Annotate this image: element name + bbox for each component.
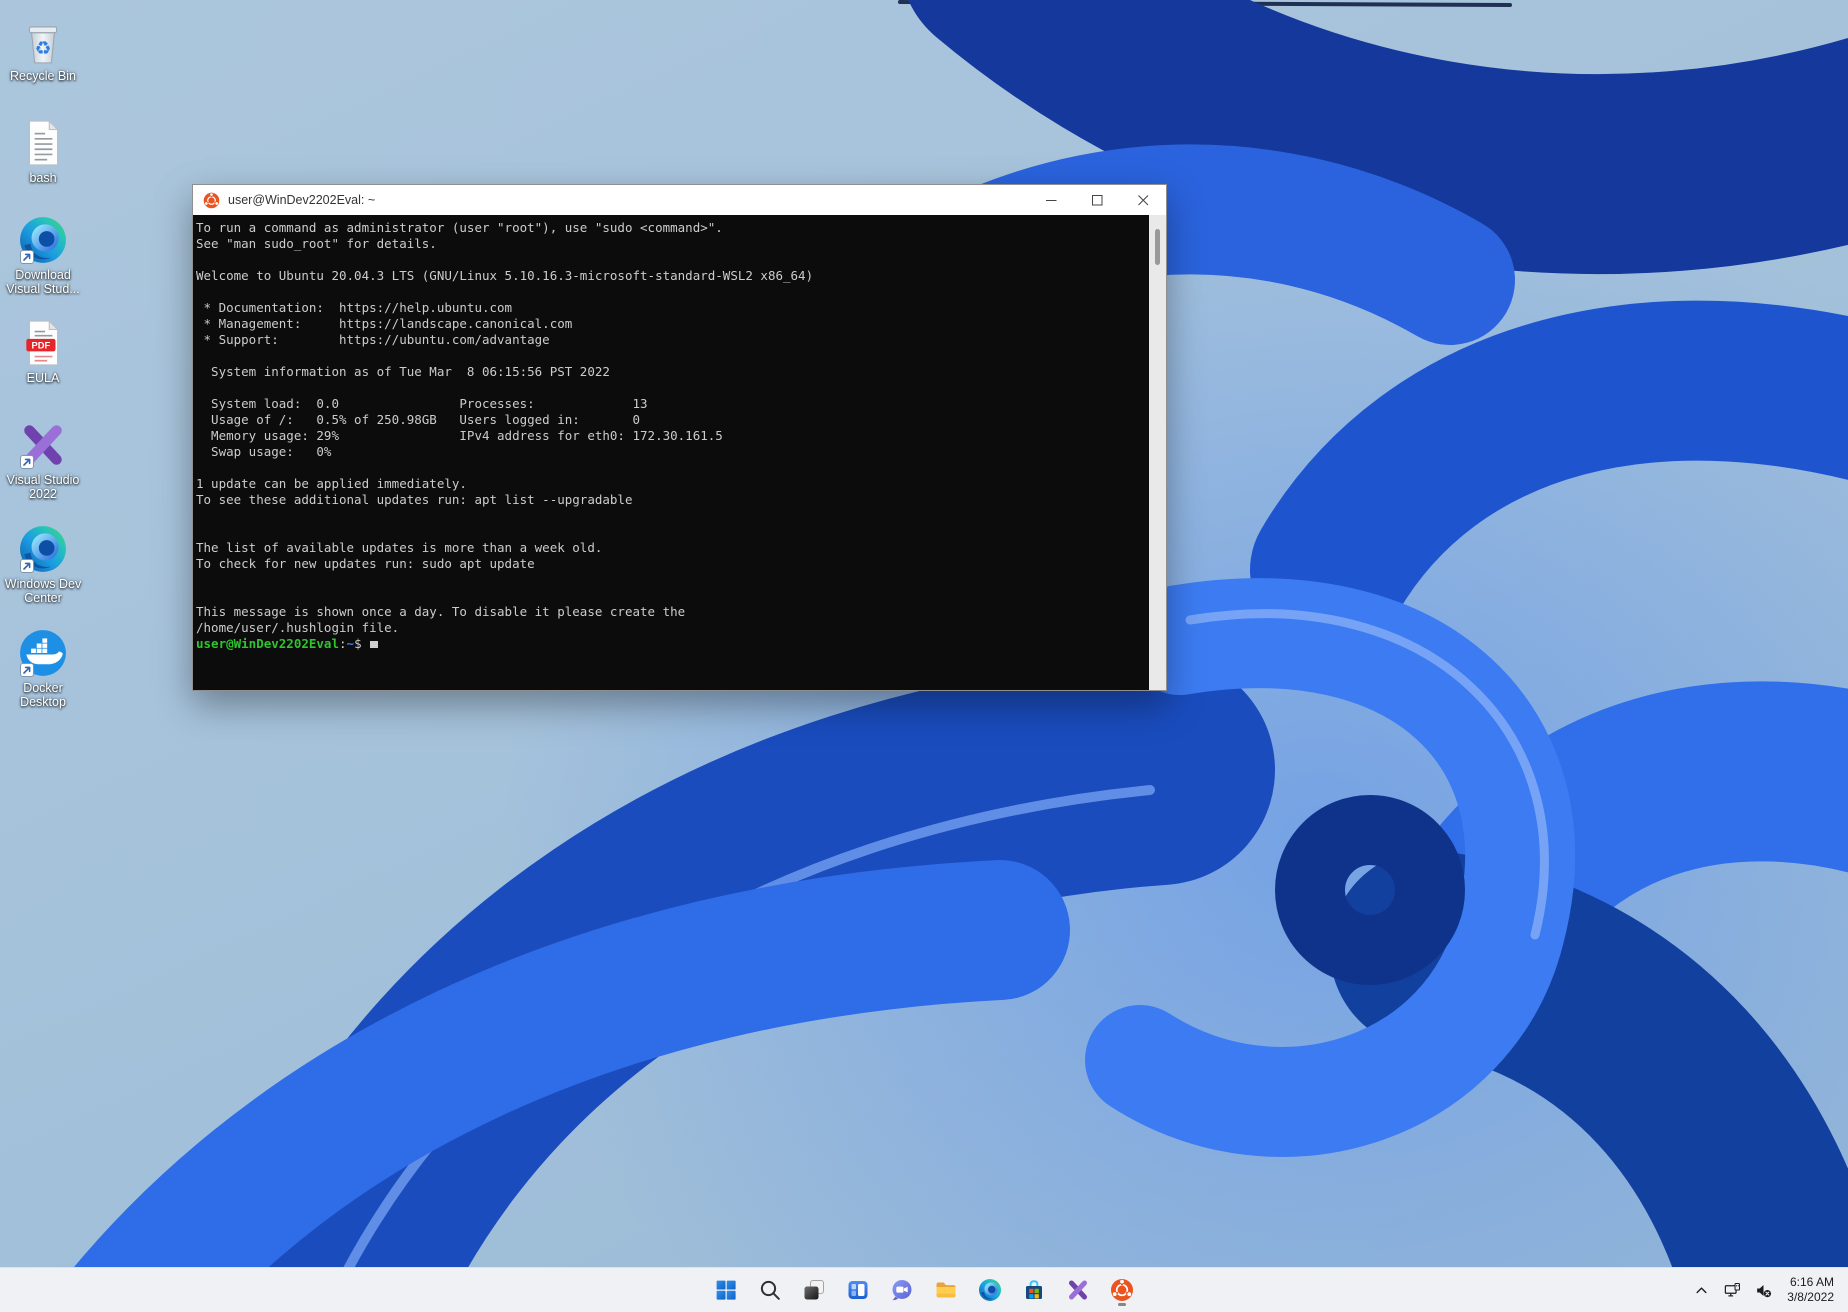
desktop-icon-visual-studio-2022[interactable]: Visual Studio 2022 (0, 420, 86, 501)
desktop-icon-download-visual-studio[interactable]: Download Visual Stud... (0, 215, 86, 296)
terminal-line (196, 508, 1149, 524)
taskbar-widgets-button[interactable] (840, 1272, 876, 1308)
terminal-line (196, 252, 1149, 268)
terminal-output-lines: To run a command as administrator (user … (196, 220, 1149, 636)
terminal-line: To see these additional updates run: apt… (196, 492, 1149, 508)
terminal-line (196, 348, 1149, 364)
terminal-line: See "man sudo_root" for details. (196, 236, 1149, 252)
terminal-line (196, 460, 1149, 476)
taskbar-file-explorer-button[interactable] (928, 1272, 964, 1308)
chat-icon (890, 1278, 914, 1302)
terminal-output[interactable]: To run a command as administrator (user … (193, 215, 1149, 690)
ubuntu-icon (1110, 1278, 1134, 1302)
scrollbar-thumb[interactable] (1155, 229, 1160, 265)
terminal-line (196, 524, 1149, 540)
shortcut-arrow-icon (20, 250, 34, 264)
recycle-bin-icon (18, 16, 68, 66)
taskbar-search-button[interactable] (752, 1272, 788, 1308)
taskbar-task-view-button[interactable] (796, 1272, 832, 1308)
terminal-line (196, 572, 1149, 588)
terminal-line: /home/user/.hushlogin file. (196, 620, 1149, 636)
desktop-icon-bash[interactable]: bash (0, 118, 86, 185)
widgets-icon (846, 1278, 870, 1302)
desktop-icon-windows-dev-center[interactable]: Windows Dev Center (0, 524, 86, 605)
folder-icon (934, 1278, 958, 1302)
terminal-titlebar[interactable]: user@WinDev2202Eval: ~ (193, 185, 1166, 215)
pdf-icon (18, 318, 68, 368)
taskbar-store-button[interactable] (1016, 1272, 1052, 1308)
desktop-icon-label: Visual Studio 2022 (1, 473, 85, 501)
desktop-icon-docker-desktop[interactable]: Docker Desktop (0, 628, 86, 709)
edge-icon (978, 1278, 1002, 1302)
terminal-line: To run a command as administrator (user … (196, 220, 1149, 236)
prompt-path: ~ (347, 636, 355, 651)
shortcut-arrow-icon (20, 455, 34, 469)
tray-show-hidden-icons-button[interactable] (1686, 1272, 1717, 1308)
search-icon (758, 1278, 782, 1302)
maximize-button[interactable] (1074, 185, 1120, 215)
window-title: user@WinDev2202Eval: ~ (228, 193, 1028, 207)
taskbar-edge-button[interactable] (972, 1272, 1008, 1308)
terminal-line: * Support: https://ubuntu.com/advantage (196, 332, 1149, 348)
taskbar-visual-studio-button[interactable] (1060, 1272, 1096, 1308)
shortcut-arrow-icon (20, 663, 34, 677)
prompt-symbol: $ (354, 636, 362, 651)
prompt-user-host: user@WinDev2202Eval (196, 636, 339, 651)
terminal-line: This message is shown once a day. To dis… (196, 604, 1149, 620)
desktop-icon-label: bash (29, 171, 56, 185)
system-tray: 6:16 AM 3/8/2022 (1686, 1268, 1844, 1312)
ubuntu-icon (203, 192, 220, 209)
desktop-icon-label: Docker Desktop (1, 681, 85, 709)
windows-start-icon (714, 1278, 738, 1302)
desktop-icon-label: Recycle Bin (10, 69, 76, 83)
taskbar-start-button[interactable] (708, 1272, 744, 1308)
terminal-line (196, 380, 1149, 396)
terminal-line: Swap usage: 0% (196, 444, 1149, 460)
desktop-icon-label: Download Visual Stud... (1, 268, 85, 296)
terminal-line (196, 588, 1149, 604)
taskbar: 6:16 AM 3/8/2022 (0, 1267, 1848, 1312)
terminal-prompt-line[interactable]: user@WinDev2202Eval:~$ (196, 636, 1149, 652)
taskbar-ubuntu-button[interactable] (1104, 1272, 1140, 1308)
prompt-separator: : (339, 636, 347, 651)
running-app-indicator (1118, 1303, 1126, 1306)
tray-network-button[interactable] (1717, 1272, 1748, 1308)
terminal-window: user@WinDev2202Eval: ~ To run a command … (192, 184, 1167, 691)
terminal-line: * Documentation: https://help.ubuntu.com (196, 300, 1149, 316)
terminal-line: Usage of /: 0.5% of 250.98GB Users logge… (196, 412, 1149, 428)
visual-studio-icon (1066, 1278, 1090, 1302)
document-icon (18, 118, 68, 168)
terminal-scrollbar[interactable] (1149, 215, 1166, 690)
desktop-icon-eula[interactable]: EULA (0, 318, 86, 385)
clock-time: 6:16 AM (1787, 1275, 1834, 1290)
minimize-button[interactable] (1028, 185, 1074, 215)
taskbar-center (708, 1268, 1140, 1312)
task-view-icon (802, 1278, 826, 1302)
terminal-line: The list of available updates is more th… (196, 540, 1149, 556)
terminal-line: To check for new updates run: sudo apt u… (196, 556, 1149, 572)
desktop-icon-label: Windows Dev Center (1, 577, 85, 605)
microsoft-store-icon (1022, 1278, 1046, 1302)
desktop-icon-recycle-bin[interactable]: Recycle Bin (0, 16, 86, 83)
tray-volume-button[interactable] (1748, 1272, 1779, 1308)
taskbar-clock[interactable]: 6:16 AM 3/8/2022 (1779, 1275, 1844, 1305)
terminal-line: * Management: https://landscape.canonica… (196, 316, 1149, 332)
terminal-cursor (370, 641, 378, 648)
clock-date: 3/8/2022 (1787, 1290, 1834, 1305)
terminal-line: System load: 0.0 Processes: 13 (196, 396, 1149, 412)
terminal-line: Welcome to Ubuntu 20.04.3 LTS (GNU/Linux… (196, 268, 1149, 284)
terminal-line: System information as of Tue Mar 8 06:15… (196, 364, 1149, 380)
network-icon (1723, 1281, 1742, 1300)
desktop-icon-label: EULA (27, 371, 60, 385)
close-button[interactable] (1120, 185, 1166, 215)
terminal-line: Memory usage: 29% IPv4 address for eth0:… (196, 428, 1149, 444)
shortcut-arrow-icon (20, 559, 34, 573)
taskbar-chat-button[interactable] (884, 1272, 920, 1308)
terminal-line: 1 update can be applied immediately. (196, 476, 1149, 492)
volume-muted-icon (1754, 1281, 1773, 1300)
chevron-up-icon (1692, 1281, 1711, 1300)
terminal-line (196, 284, 1149, 300)
